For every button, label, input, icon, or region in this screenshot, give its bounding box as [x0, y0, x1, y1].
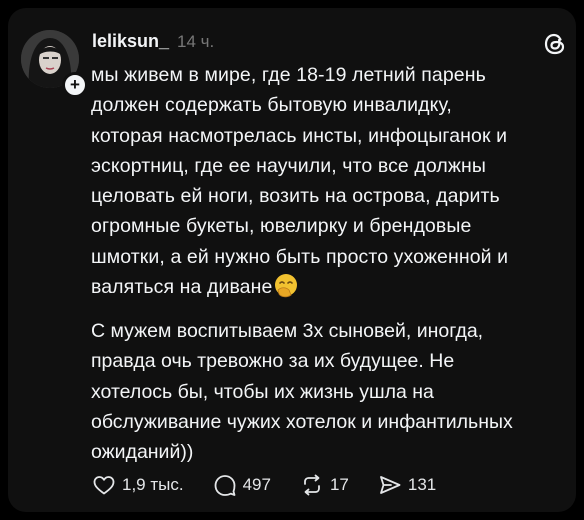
post-paragraph-2: С мужем воспитываем 3х сыновей, иногда, п…	[91, 316, 571, 467]
threads-logo-icon[interactable]	[541, 30, 569, 58]
share-count: 131	[407, 475, 437, 494]
text-line: правда очь тревожно за их будущее. Не	[91, 350, 455, 373]
share-button[interactable]: 131	[377, 472, 436, 498]
post-paragraph-1: мы живем в мире, где 18-19 летний парень…	[91, 60, 571, 302]
text-line: ожиданий))	[91, 441, 194, 464]
follow-plus-icon[interactable]: +	[62, 72, 88, 98]
username[interactable]: leliksun_	[92, 31, 169, 52]
text-line: С мужем воспитываем 3х сыновей, иногда,	[91, 320, 484, 342]
repost-button[interactable]: 17	[299, 472, 349, 498]
text-line: шмотки, а ей нужно быть просто ухоженной…	[91, 245, 509, 268]
text-line: которая насмотрелась инсты, инфоцыганок …	[91, 124, 508, 147]
heart-icon	[93, 476, 115, 495]
text-line: огромные букеты, ювелирку и брендовые	[91, 215, 472, 238]
repost-count: 17	[329, 475, 349, 494]
text-line: валяться на диване	[91, 276, 273, 299]
comment-button[interactable]: 497	[212, 472, 271, 498]
text-line: целовать ей ноги, возить на острова, дар…	[91, 185, 500, 208]
text-line: мы живем в мире, где 18-19 летний парень	[91, 64, 486, 86]
send-icon	[379, 476, 401, 494]
post-card: + leliksun_ 14 ч. мы живем в мире, где 1…	[8, 8, 576, 512]
repost-icon	[304, 474, 320, 496]
text-line: эскортниц, где ее научили, что все должн…	[91, 154, 486, 177]
text-line: хотелось бы, чтобы их жизнь ушла на	[91, 380, 434, 403]
post-actions: 1,9 тыс. 497 17 131	[91, 472, 464, 498]
comment-bubble-icon	[214, 475, 235, 496]
like-count: 1,9 тыс.	[122, 475, 184, 494]
text-line: обслуживание чужих хотелок и инфантильны…	[91, 410, 513, 433]
like-button[interactable]: 1,9 тыс.	[91, 472, 184, 498]
post-header: leliksun_ 14 ч.	[92, 31, 214, 52]
text-line-with-emoji: валяться на диване	[91, 272, 571, 302]
text-line: должен содержать бытовую инвалидку,	[91, 94, 452, 117]
face-with-hand-over-mouth-emoji-icon	[275, 274, 298, 298]
post-time: 14 ч.	[177, 32, 215, 51]
comment-count: 497	[242, 475, 271, 494]
